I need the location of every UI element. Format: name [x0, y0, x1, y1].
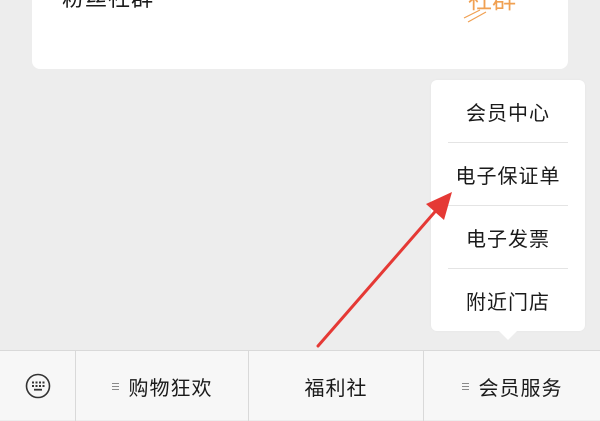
tab-member-services[interactable]: 会员服务 — [424, 351, 600, 421]
tab-label: 会员服务 — [478, 375, 563, 400]
menu-item-member-center[interactable]: 会员中心 — [431, 80, 585, 142]
tab-label: 福利社 — [304, 375, 368, 400]
submenu-lines-icon — [111, 381, 119, 392]
menu-item-e-warranty[interactable]: 电子保证单 — [431, 143, 585, 205]
community-logo-icon: 社群 — [463, 0, 516, 23]
tab-welfare[interactable]: 福利社 — [249, 351, 423, 421]
keyboard-toggle-button[interactable] — [0, 351, 75, 421]
menu-item-e-invoice[interactable]: 电子发票 — [431, 206, 585, 268]
tab-shopping-carnival[interactable]: 购物狂欢 — [76, 351, 248, 421]
member-services-submenu: 会员中心 电子保证单 电子发票 附近门店 — [431, 80, 585, 331]
card-title: 粉丝社群 — [62, 0, 154, 12]
menu-item-nearby-stores[interactable]: 附近门店 — [431, 269, 585, 331]
tab-label: 购物狂欢 — [128, 375, 213, 400]
bottom-menu-bar: 购物狂欢 福利社 会员服务 — [0, 350, 600, 421]
keyboard-icon — [25, 373, 50, 399]
fan-community-card[interactable]: 粉丝社群 社群 — [32, 0, 568, 69]
submenu-caret — [499, 331, 517, 340]
submenu-lines-icon — [461, 381, 469, 392]
